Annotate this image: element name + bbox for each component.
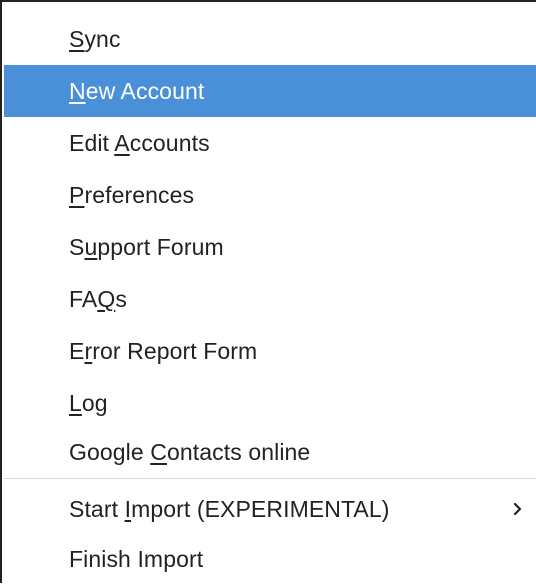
menu-item-label: FAQs xyxy=(69,285,127,312)
context-menu: Sync New Account Edit Accounts Preferenc… xyxy=(0,0,536,583)
menu-item-label: Error Report Form xyxy=(69,337,258,364)
menu-item-label: New Account xyxy=(69,77,205,104)
menu-item-log[interactable]: Log xyxy=(4,377,536,429)
menu-item-new-account[interactable]: New Account xyxy=(4,65,536,117)
menu-item-label: Google Contacts online xyxy=(69,438,311,465)
menu-item-support-forum[interactable]: Support Forum xyxy=(4,221,536,273)
menu-item-start-import[interactable]: Start Import (EXPERIMENTAL) xyxy=(4,483,536,535)
menu-item-label: Preferences xyxy=(69,181,195,208)
menu-item-faqs[interactable]: FAQs xyxy=(4,273,536,325)
menu-item-label: Log xyxy=(69,389,108,416)
menu-item-finish-import[interactable]: Finish Import xyxy=(4,533,536,585)
menu-item-label: Edit Accounts xyxy=(69,129,210,156)
menu-item-preferences[interactable]: Preferences xyxy=(4,169,536,221)
menu-item-edit-accounts[interactable]: Edit Accounts xyxy=(4,117,536,169)
menu-separator xyxy=(4,478,536,479)
menu-item-label: Support Forum xyxy=(69,233,224,260)
menu-item-label: Sync xyxy=(69,25,121,52)
menu-item-error-report-form[interactable]: Error Report Form xyxy=(4,325,536,377)
chevron-right-icon xyxy=(513,502,522,516)
menu-item-label: Finish Import xyxy=(69,545,204,572)
menu-item-sync[interactable]: Sync xyxy=(4,13,536,65)
menu-item-label: Start Import (EXPERIMENTAL) xyxy=(69,495,390,522)
menu-item-google-contacts-online[interactable]: Google Contacts online xyxy=(4,426,536,478)
